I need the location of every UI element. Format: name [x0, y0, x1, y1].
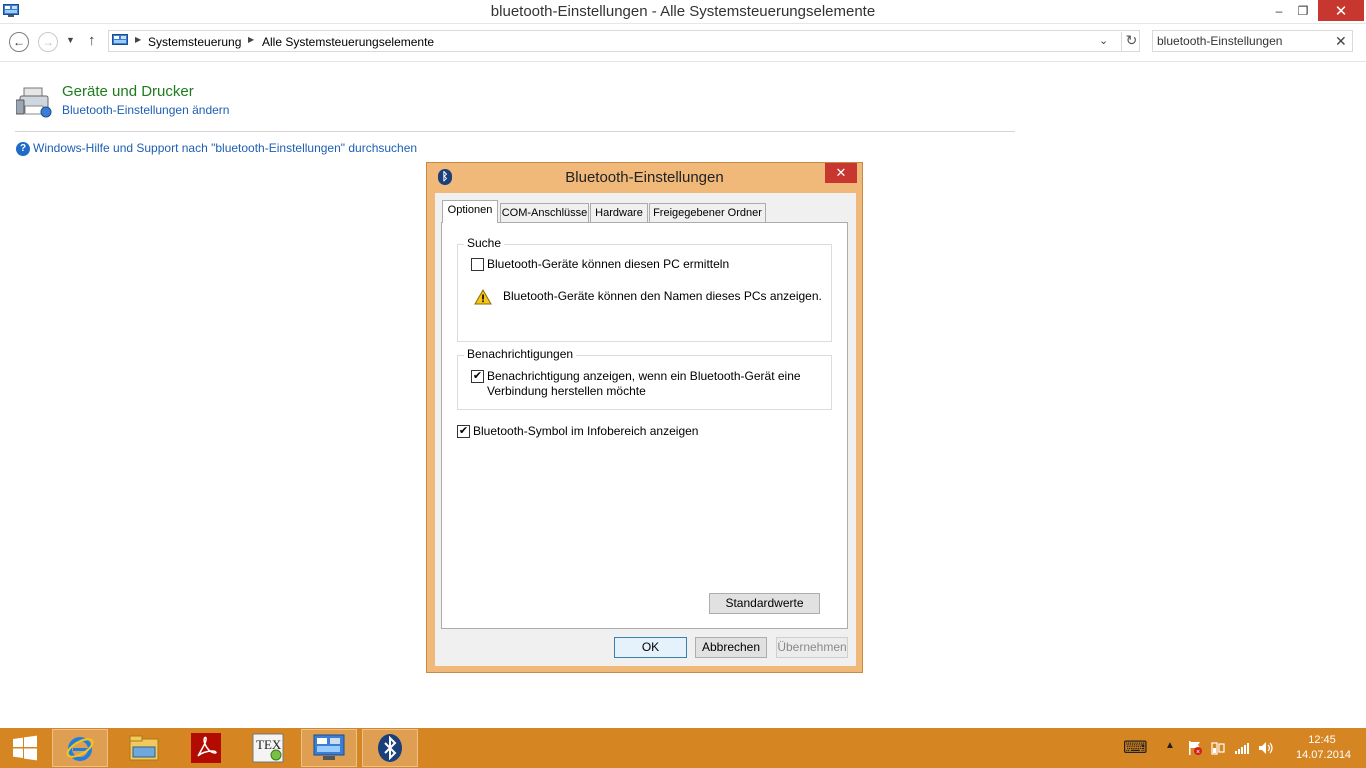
bluetooth-icon [378, 734, 402, 762]
maximize-button[interactable]: ❐ [1292, 0, 1314, 21]
taskbar: TEX ⌨ ▲ × 12:45 14.07.2014 [0, 728, 1366, 768]
control-panel-icon [313, 734, 345, 760]
recent-locations-chevron-icon[interactable]: ▼ [66, 35, 75, 45]
options-tab-panel: Suche Bluetooth-Geräte können diesen PC … [441, 222, 848, 629]
results-divider [15, 131, 1015, 132]
taskbar-internet-explorer[interactable] [52, 729, 108, 767]
breadcrumb-separator-icon[interactable]: ▶ [135, 35, 141, 44]
discoverable-checkbox-label[interactable]: Bluetooth-Geräte können diesen PC ermitt… [487, 257, 729, 271]
minimize-button[interactable]: – [1268, 0, 1290, 21]
search-box[interactable]: ✕ [1152, 30, 1353, 52]
svg-text:×: × [1196, 749, 1200, 756]
show-hidden-icons-chevron-icon[interactable]: ▲ [1165, 740, 1175, 751]
tex-label: TEX [256, 737, 282, 752]
search-group-label: Suche [464, 236, 505, 250]
breadcrumb-separator-icon[interactable]: ▶ [248, 35, 254, 44]
navigation-bar: ← → ▼ ↑ ▶ Systemsteuerung ▶ Alle Systems… [0, 24, 1366, 62]
search-input[interactable] [1157, 33, 1327, 49]
refresh-button[interactable]: ↻ [1121, 32, 1141, 51]
help-icon: ? [16, 142, 30, 156]
tray-icon-checkbox-label[interactable]: Bluetooth-Symbol im Infobereich anzeigen [473, 424, 698, 438]
category-title-devices-printers[interactable]: Geräte und Drucker [62, 83, 194, 100]
defaults-button[interactable]: Standardwerte [709, 593, 820, 614]
network-signal-icon[interactable] [1234, 740, 1250, 756]
internet-explorer-icon [66, 737, 94, 761]
tray-icon-checkbox[interactable]: ✔ [457, 425, 470, 438]
clock-date: 14.07.2014 [1296, 749, 1352, 761]
back-button[interactable]: ← [9, 32, 29, 52]
tab-hardware[interactable]: Hardware [590, 203, 648, 223]
taskbar-adobe-reader[interactable] [178, 729, 234, 767]
touch-keyboard-icon[interactable]: ⌨ [1123, 738, 1148, 758]
breadcrumb-systemsteuerung[interactable]: Systemsteuerung [148, 35, 241, 49]
ok-button[interactable]: OK [614, 637, 687, 658]
up-button[interactable]: ↑ [88, 32, 96, 49]
dialog-close-button[interactable]: ✕ [825, 163, 857, 183]
clear-search-button[interactable]: ✕ [1335, 33, 1347, 50]
tab-com-anschluesse[interactable]: COM-Anschlüsse [500, 203, 589, 223]
control-panel-icon [112, 34, 128, 45]
warning-icon [474, 289, 492, 305]
adobe-reader-icon [191, 733, 221, 763]
notification-checkbox-label-line1[interactable]: Benachrichtigung anzeigen, wenn ein Blue… [487, 369, 801, 383]
close-button[interactable]: ✕ [1318, 0, 1364, 21]
notification-checkbox[interactable]: ✔ [471, 370, 484, 383]
taskbar-file-explorer[interactable] [116, 729, 172, 767]
address-dropdown-chevron-icon[interactable]: ⌄ [1099, 34, 1108, 47]
apply-button[interactable]: Übernehmen [776, 637, 848, 658]
tab-optionen[interactable]: Optionen [442, 200, 498, 223]
notifications-group: Benachrichtigungen ✔ Benachrichtigung an… [457, 347, 832, 410]
clock-time: 12:45 [1308, 734, 1336, 746]
address-bar[interactable]: ▶ Systemsteuerung ▶ Alle Systemsteuerung… [108, 30, 1140, 52]
taskbar-tex-editor[interactable]: TEX [240, 729, 296, 767]
start-button[interactable] [0, 729, 50, 767]
notifications-group-label: Benachrichtigungen [464, 347, 577, 361]
bluetooth-settings-link[interactable]: Bluetooth-Einstellungen ändern [62, 103, 229, 117]
window-title: bluetooth-Einstellungen - Alle Systemste… [490, 3, 876, 20]
cancel-button[interactable]: Abbrechen [695, 637, 767, 658]
search-group: Suche Bluetooth-Geräte können diesen PC … [457, 236, 832, 342]
notification-checkbox-label-line2[interactable]: Verbindung herstellen möchte [487, 384, 646, 398]
system-clock[interactable]: 12:45 14.07.2014 [1296, 733, 1352, 763]
action-center-flag-icon[interactable]: × [1187, 740, 1203, 756]
discoverable-checkbox[interactable] [471, 258, 484, 271]
taskbar-bluetooth-settings[interactable] [362, 729, 418, 767]
dialog-title: Bluetooth-Einstellungen [565, 169, 724, 186]
warning-text: Bluetooth-Geräte können den Namen dieses… [503, 289, 822, 303]
windows-help-search-link[interactable]: Windows-Hilfe und Support nach "bluetoot… [33, 141, 417, 155]
forward-button[interactable]: → [38, 32, 58, 52]
battery-power-icon[interactable] [1210, 740, 1226, 756]
breadcrumb-all-items[interactable]: Alle Systemsteuerungselemente [262, 35, 434, 49]
tex-icon: TEX [252, 733, 284, 763]
taskbar-control-panel[interactable] [301, 729, 357, 767]
devices-and-printers-icon[interactable] [16, 84, 54, 118]
window-title-bar: bluetooth-Einstellungen - Alle Systemste… [0, 0, 1366, 24]
file-explorer-icon [129, 735, 159, 761]
dialog-body: Optionen COM-Anschlüsse Hardware Freigeg… [435, 193, 856, 666]
start-icon [13, 735, 37, 761]
tab-freigegebener-ordner[interactable]: Freigegebener Ordner [649, 203, 766, 223]
bluetooth-settings-dialog: ᛒ Bluetooth-Einstellungen ✕ Optionen COM… [426, 162, 863, 673]
volume-icon[interactable] [1258, 740, 1274, 756]
